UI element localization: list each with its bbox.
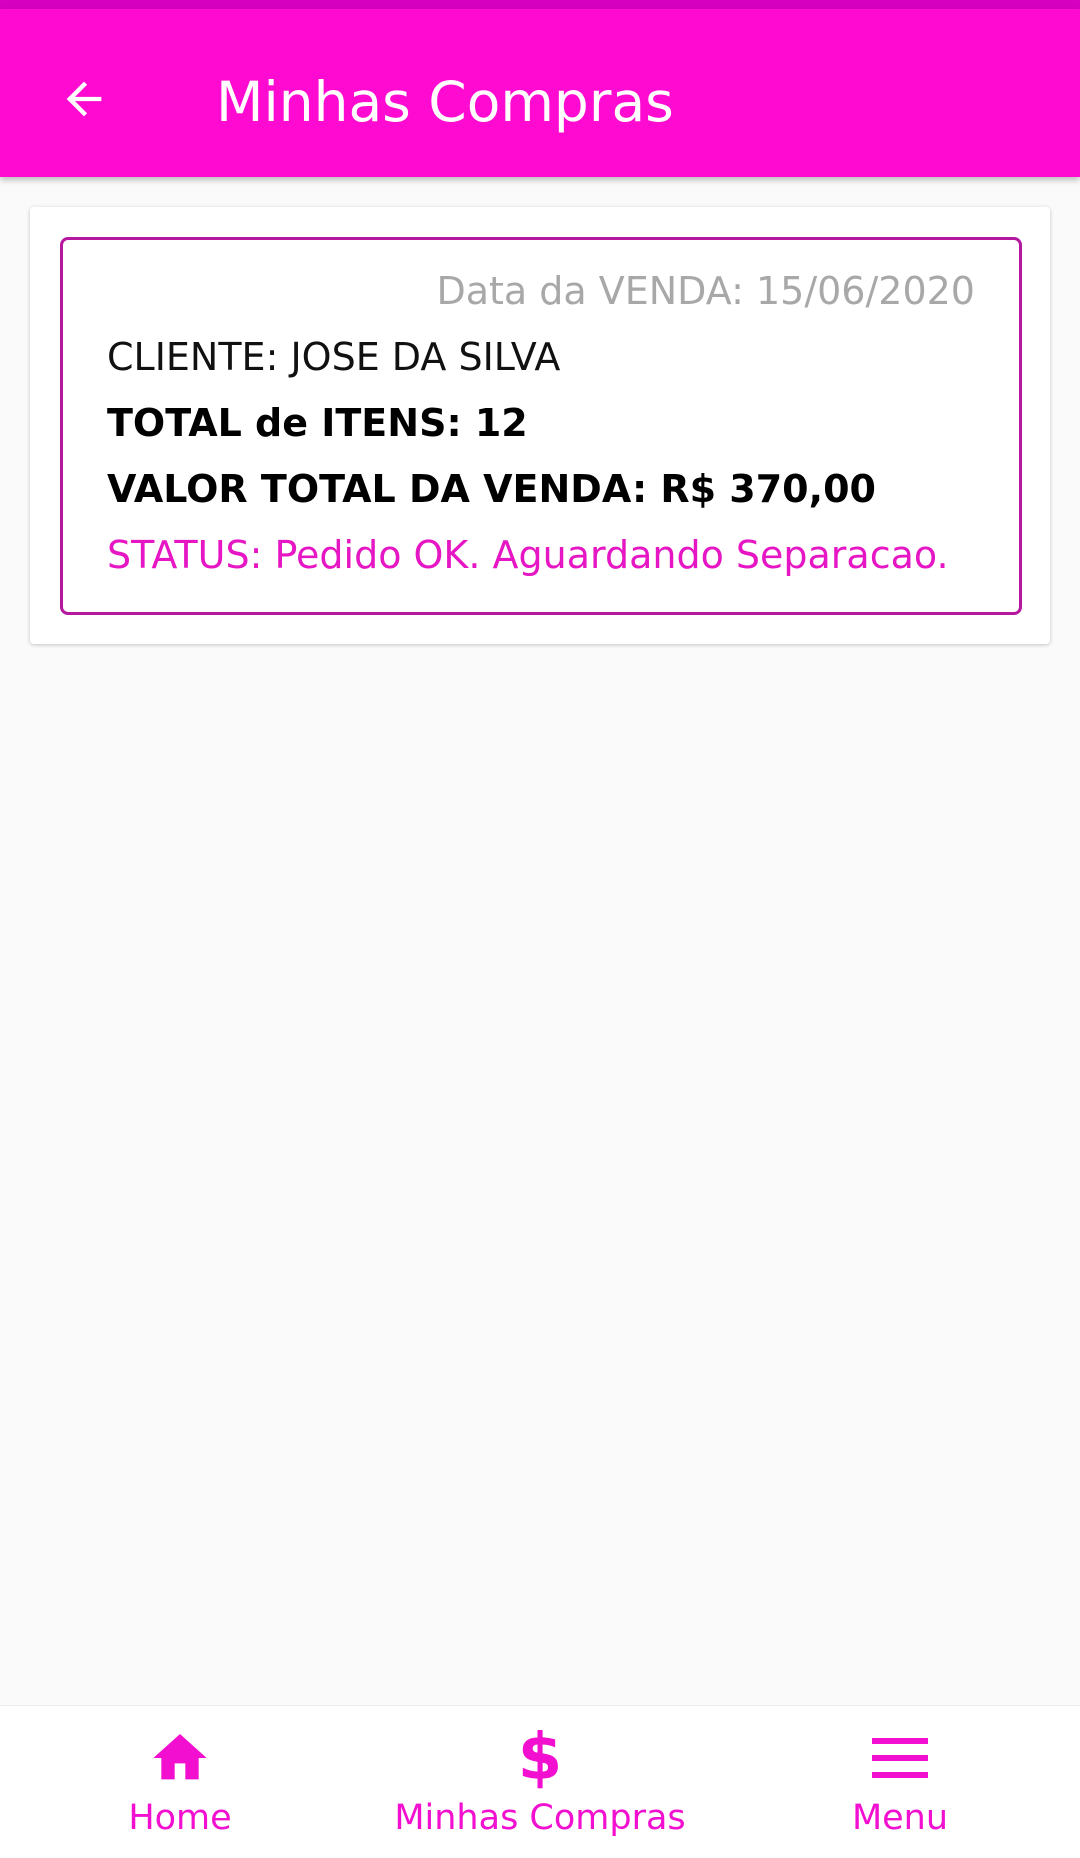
client-name: CLIENTE: JOSE DA SILVA [107, 335, 561, 379]
nav-menu-label: Menu [851, 1798, 949, 1838]
order-item[interactable]: Data da VENDA: 15/06/2020 CLIENTE: JOSE … [60, 237, 1022, 615]
page-title: Minhas Compras [216, 70, 674, 134]
hamburger-menu-icon [872, 1738, 928, 1778]
app-bar: Minhas Compras [0, 9, 1080, 177]
nav-minhas-compras-label: Minhas Compras [394, 1798, 686, 1838]
bottom-navigation: Home $ Minhas Compras Menu [0, 1705, 1080, 1858]
status-bar-strip [0, 0, 1080, 9]
dollar-icon: $ [517, 1721, 563, 1795]
total-sale-value: VALOR TOTAL DA VENDA: R$ 370,00 [107, 467, 876, 511]
sale-date: Data da VENDA: 15/06/2020 [436, 269, 975, 313]
home-icon [153, 1734, 207, 1780]
order-status: STATUS: Pedido OK. Aguardando Separacao. [107, 533, 949, 577]
arrow-left-icon [66, 81, 102, 117]
order-card: Data da VENDA: 15/06/2020 CLIENTE: JOSE … [30, 207, 1050, 644]
total-items: TOTAL de ITENS: 12 [107, 401, 528, 445]
back-button[interactable] [44, 59, 124, 139]
nav-minhas-compras[interactable]: $ Minhas Compras [380, 1706, 700, 1858]
nav-menu[interactable]: Menu [800, 1706, 1000, 1858]
nav-home[interactable]: Home [80, 1706, 280, 1858]
nav-home-label: Home [128, 1798, 232, 1838]
